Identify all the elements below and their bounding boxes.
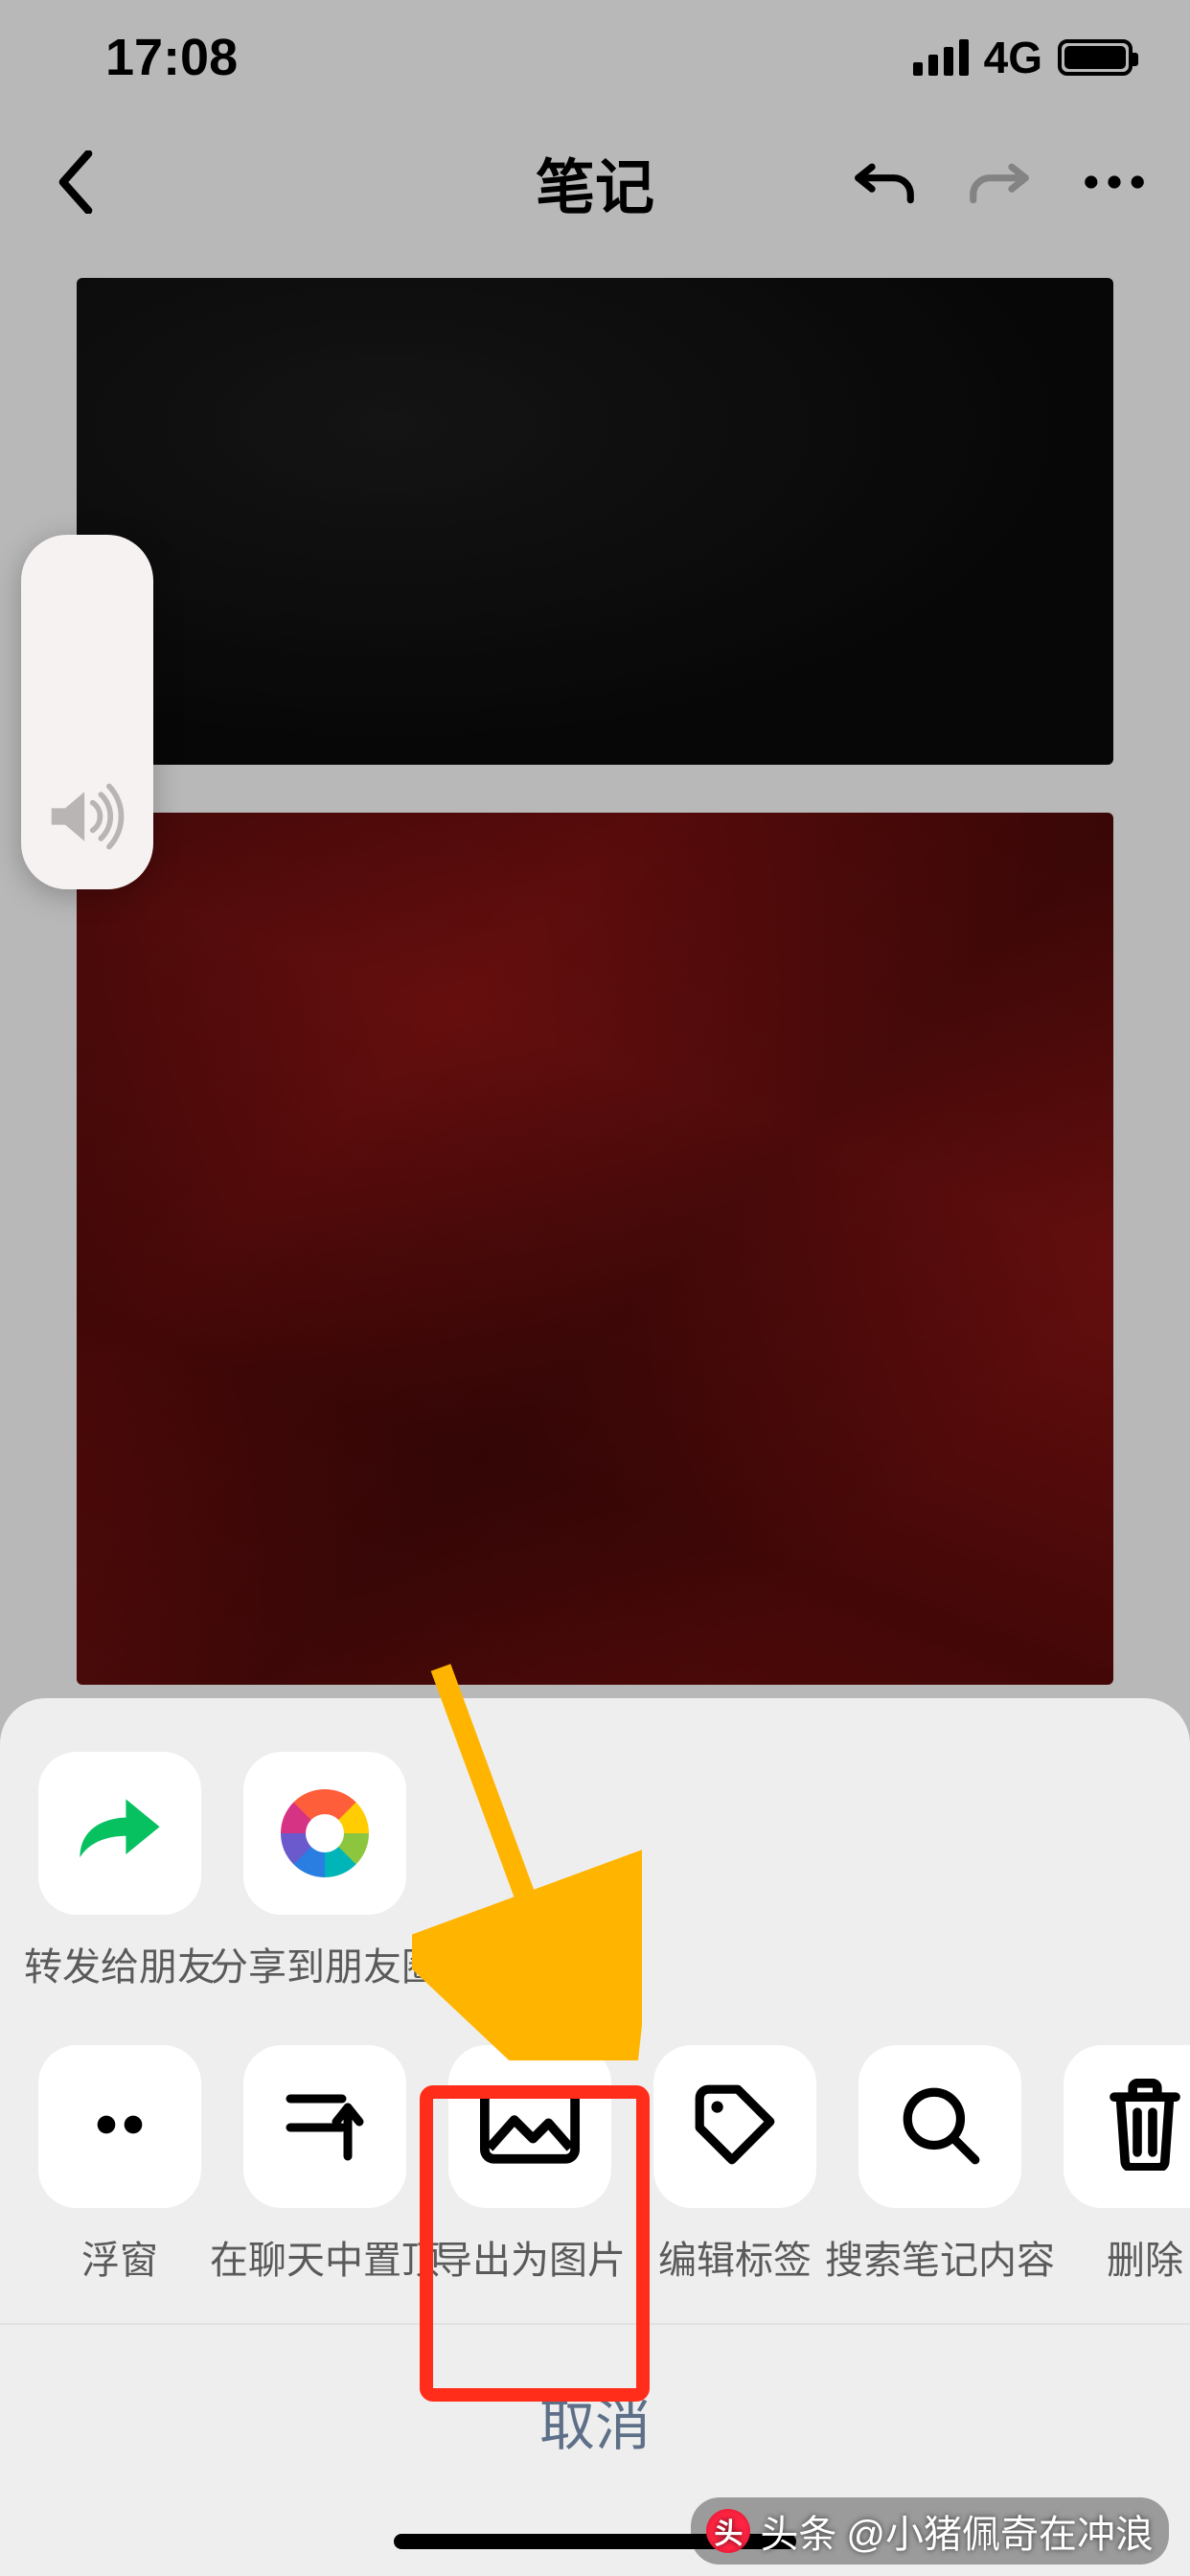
- share-to-moments-button[interactable]: 分享到朋友圈: [243, 1752, 406, 1991]
- sheet-row-share: 转发给朋友 分享到朋友圈: [0, 1698, 1190, 2016]
- moments-icon: [281, 1789, 369, 1877]
- volume-icon: [46, 783, 128, 855]
- export-as-image-button[interactable]: 导出为图片: [448, 2045, 611, 2285]
- sheet-item-label: 删除: [1107, 2229, 1183, 2285]
- sheet-item-label: 浮窗: [81, 2229, 158, 2285]
- action-sheet: 转发给朋友 分享到朋友圈 浮窗 在聊天中置顶 导出为图片: [0, 1698, 1190, 2576]
- note-image[interactable]: [77, 813, 1113, 1685]
- volume-hud: [21, 535, 153, 889]
- status-time: 17:08: [105, 28, 238, 87]
- note-image[interactable]: [77, 278, 1113, 765]
- trash-icon: [1105, 2079, 1185, 2175]
- edit-tags-button[interactable]: 编辑标签: [653, 2045, 816, 2285]
- status-bar: 17:08 4G: [0, 0, 1190, 115]
- search-note-button[interactable]: 搜索笔记内容: [858, 2045, 1021, 2285]
- tag-icon: [691, 2081, 779, 2174]
- sheet-item-label: 在聊天中置顶: [210, 2229, 440, 2285]
- pin-in-chat-button[interactable]: 在聊天中置顶: [243, 2045, 406, 2285]
- share-to-friend-button[interactable]: 转发给朋友: [38, 1752, 201, 1991]
- sheet-item-label: 编辑标签: [658, 2229, 812, 2285]
- float-window-icon: [86, 2105, 153, 2149]
- sheet-row-actions: 浮窗 在聊天中置顶 导出为图片 编辑标签 搜索笔记内容: [0, 2016, 1190, 2325]
- sheet-item-label: 搜索笔记内容: [825, 2229, 1055, 2285]
- attribution-handle: @小猪佩奇在冲浪: [846, 2503, 1154, 2559]
- nav-bar: 笔记: [0, 115, 1190, 249]
- toutiao-logo-icon: 头: [706, 2509, 750, 2553]
- attribution-prefix: 头条: [760, 2503, 836, 2559]
- sheet-item-label: 转发给朋友: [24, 1936, 216, 1991]
- network-label: 4G: [984, 32, 1042, 83]
- float-window-button[interactable]: 浮窗: [38, 2045, 201, 2285]
- status-right: 4G: [913, 32, 1133, 83]
- battery-icon: [1058, 39, 1133, 76]
- sheet-item-label: 分享到朋友圈: [210, 1936, 440, 1991]
- delete-button[interactable]: 删除: [1064, 2045, 1190, 2285]
- share-arrow-icon: [74, 1792, 166, 1875]
- signal-icon: [913, 39, 969, 76]
- sheet-item-label: 导出为图片: [434, 2229, 626, 2285]
- redo-button[interactable]: [966, 149, 1033, 216]
- search-icon: [896, 2081, 984, 2174]
- image-icon: [480, 2084, 580, 2170]
- more-button[interactable]: [1081, 149, 1148, 216]
- attribution-watermark: 头 头条 @小猪佩奇在冲浪: [691, 2497, 1169, 2564]
- back-button[interactable]: [42, 149, 109, 216]
- undo-button[interactable]: [851, 149, 918, 216]
- pin-icon: [282, 2083, 368, 2171]
